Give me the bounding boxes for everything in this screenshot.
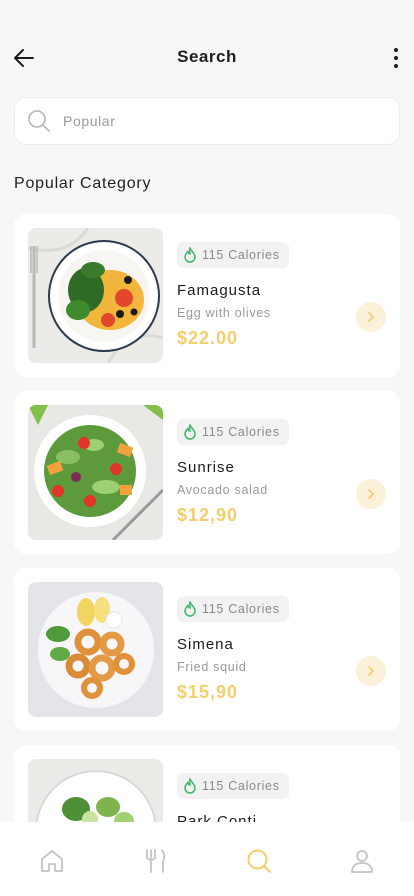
user-icon <box>351 850 374 873</box>
fork-knife-icon <box>146 849 166 873</box>
more-options-button[interactable] <box>384 44 408 72</box>
flame-icon <box>184 601 196 617</box>
more-dot-icon <box>394 64 398 68</box>
food-image <box>28 582 163 717</box>
dish-description: Fried squid <box>177 660 247 674</box>
food-card-famagusta[interactable]: 115 Calories Famagusta Egg with olives $… <box>14 214 400 377</box>
dish-name: Sunrise <box>177 459 235 476</box>
open-item-button[interactable] <box>356 656 386 686</box>
search-bar[interactable] <box>14 97 400 145</box>
dish-price: $15,90 <box>177 682 239 702</box>
dish-description: Avocado salad <box>177 483 268 497</box>
food-card-sunrise[interactable]: 115 Calories Sunrise Avocado salad $12,9… <box>14 391 400 554</box>
search-icon <box>247 849 271 873</box>
bottom-nav <box>0 822 414 896</box>
dish-name: Famagusta <box>177 282 262 299</box>
more-dot-icon <box>394 56 398 60</box>
calories-badge: 115 Calories <box>177 596 289 622</box>
calories-badge: 115 Calories <box>177 773 289 799</box>
chevron-right-icon <box>368 666 374 676</box>
dish-price: $12,90 <box>177 505 239 525</box>
calories-text: 115 Calories <box>202 248 280 262</box>
open-item-button[interactable] <box>356 479 386 509</box>
section-title: Popular Category <box>14 175 152 192</box>
food-image <box>28 228 163 363</box>
calories-text: 115 Calories <box>202 425 280 439</box>
more-dot-icon <box>394 48 398 52</box>
open-item-button[interactable] <box>356 302 386 332</box>
header: Search <box>0 0 414 110</box>
nav-menu[interactable] <box>135 846 175 876</box>
chevron-right-icon <box>368 312 374 322</box>
flame-icon <box>184 247 196 263</box>
nav-profile[interactable] <box>342 846 382 876</box>
dish-description: Egg with olives <box>177 306 271 320</box>
calories-badge: 115 Calories <box>177 419 289 445</box>
calories-text: 115 Calories <box>202 602 280 616</box>
calories-text: 115 Calories <box>202 779 280 793</box>
page-title: Search <box>177 47 237 66</box>
chevron-right-icon <box>368 489 374 499</box>
nav-home[interactable] <box>32 846 72 876</box>
home-icon <box>40 850 63 872</box>
search-icon <box>28 110 50 132</box>
flame-icon <box>184 778 196 794</box>
calories-badge: 115 Calories <box>177 242 289 268</box>
dish-price: $22.00 <box>177 328 239 348</box>
flame-icon <box>184 424 196 440</box>
search-input[interactable] <box>63 113 363 129</box>
food-card-simena[interactable]: 115 Calories Simena Fried squid $15,90 <box>14 568 400 731</box>
dish-name: Simena <box>177 636 234 653</box>
food-image <box>28 405 163 540</box>
nav-search[interactable] <box>239 846 279 876</box>
